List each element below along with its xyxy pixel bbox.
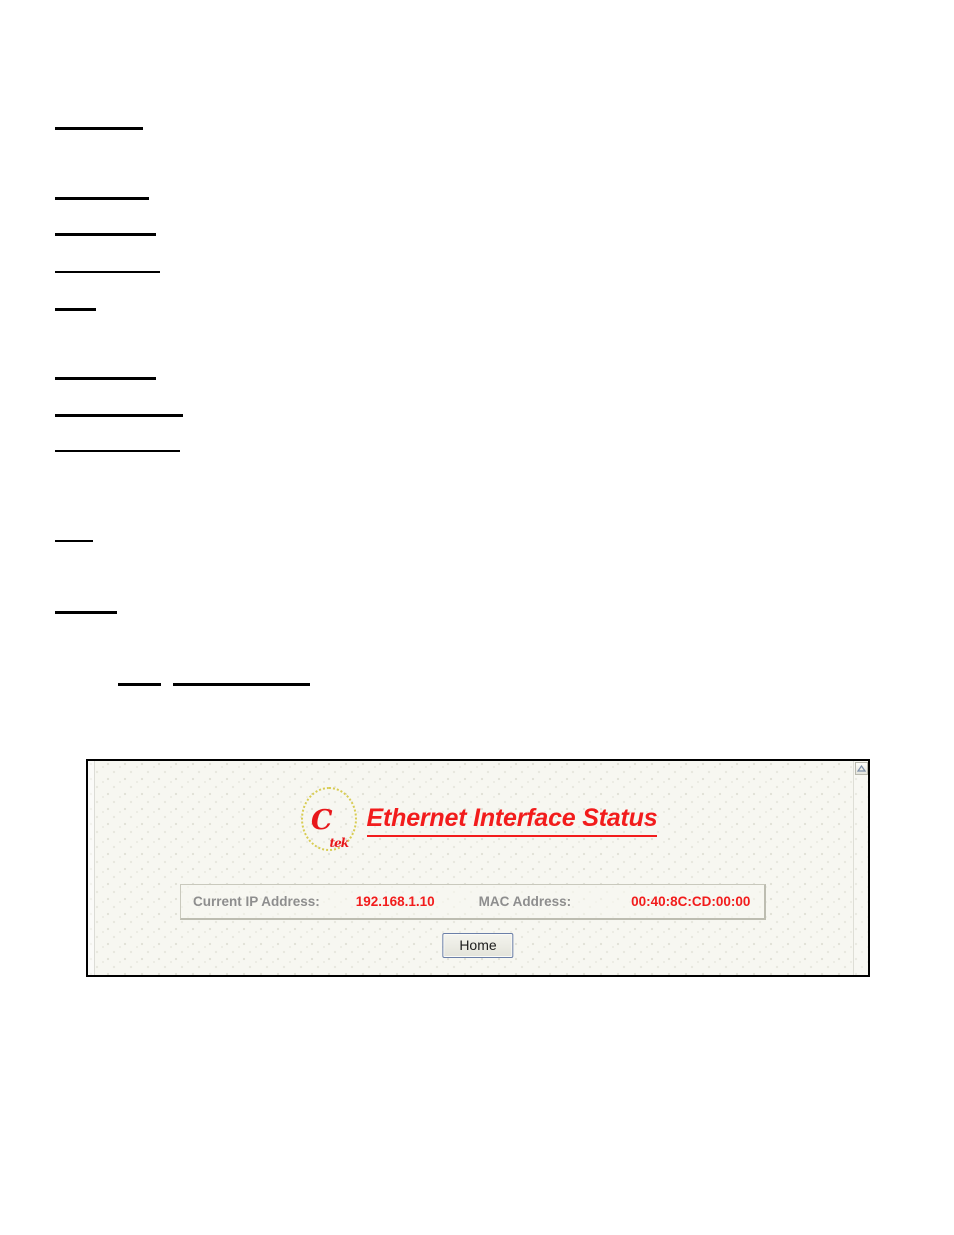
logo-mark: Ctek	[299, 785, 361, 855]
status-page-header: Ctek Ethernet Interface Status	[88, 785, 868, 855]
mac-address-value: 00:40:8C:CD:00:00	[631, 894, 751, 909]
redacted-rule	[118, 683, 161, 686]
embedded-browser-screenshot: Ctek Ethernet Interface Status Current I…	[86, 759, 870, 977]
redacted-rule	[55, 540, 93, 542]
redacted-rule	[55, 127, 143, 130]
redacted-rule	[55, 308, 96, 311]
redacted-rule	[55, 611, 117, 614]
current-ip-address-label: Current IP Address:	[193, 894, 320, 909]
redacted-rule	[173, 683, 310, 686]
logo-suffix: tek	[329, 836, 349, 850]
ethernet-status-table: Current IP Address: 192.168.1.10 MAC Add…	[180, 884, 766, 920]
home-button[interactable]: Home	[442, 933, 514, 958]
redacted-rule	[55, 233, 156, 236]
ctek-logo-icon: Ctek	[299, 785, 361, 855]
redacted-rule	[55, 271, 160, 273]
redacted-rule	[55, 450, 180, 452]
logo-letter: C	[311, 804, 332, 836]
current-ip-address-value: 192.168.1.10	[355, 894, 435, 909]
redacted-rule	[55, 197, 149, 200]
scroll-up-arrow-icon[interactable]	[855, 762, 868, 775]
mac-address-label: MAC Address:	[478, 894, 572, 909]
page-title: Ethernet Interface Status	[366, 804, 658, 837]
redacted-rule	[55, 414, 183, 417]
redacted-rule	[55, 377, 156, 380]
